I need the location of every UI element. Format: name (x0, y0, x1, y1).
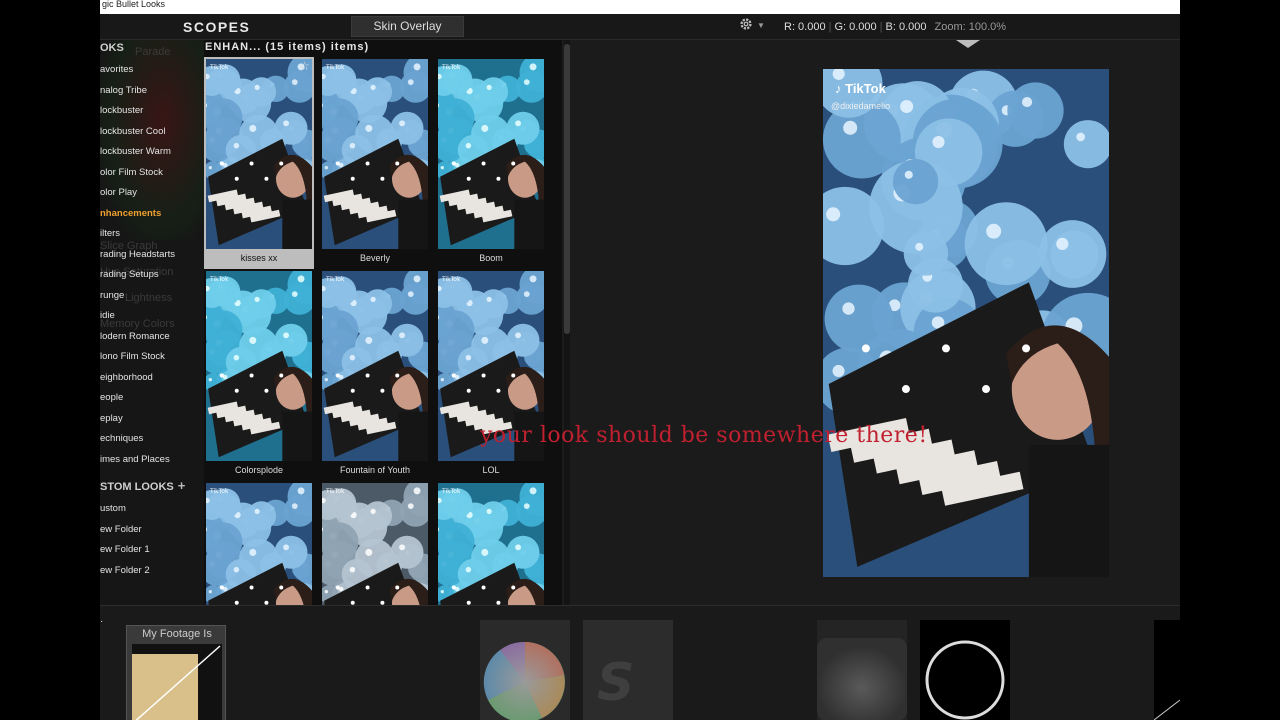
my-footage-is-tool[interactable]: My Footage Is (126, 625, 226, 720)
look-tile[interactable]: TikTok (436, 481, 546, 605)
thumb-watermark: TikTok (209, 488, 229, 495)
thumb-watermark: TikTok (325, 488, 345, 495)
sidebar-item[interactable]: nalog Tribe (100, 85, 147, 96)
look-thumbnail: TikTok (322, 271, 428, 461)
sidebar-item[interactable]: runge (100, 290, 124, 301)
svg-text:S: S (597, 653, 634, 713)
g-value: G: 0.000 (834, 21, 877, 33)
look-tile[interactable]: TikTok Colorsplode (204, 269, 314, 481)
thumb-watermark: TikTok (209, 64, 229, 71)
sidebar-item[interactable]: echniques (100, 433, 143, 444)
sidebar-item[interactable]: imes and Places (100, 454, 170, 465)
magic-bullet-looks-window: gic Bullet Looks SCOPES Skin Overlay ▼ R… (100, 0, 1180, 720)
viewer-notch (956, 40, 980, 48)
sidebar-item[interactable]: lockbuster Cool (100, 126, 165, 137)
sidebar-item[interactable]: eplay (100, 413, 123, 424)
add-custom-look-icon[interactable]: + (178, 478, 186, 493)
diffusion-tool[interactable] (817, 620, 907, 720)
sidebar-item[interactable]: idie (100, 310, 115, 321)
thumb-watermark: TikTok (441, 276, 461, 283)
look-label: LOL (482, 465, 500, 475)
sidebar-item[interactable]: lockbuster Warm (100, 146, 171, 157)
sidebar-item[interactable]: lockbuster (100, 105, 143, 116)
look-tile[interactable]: TikTok ☆ kisses xx (204, 57, 314, 269)
thumb-watermark: TikTok (441, 488, 461, 495)
edge-mark: · (100, 616, 104, 627)
look-label: Colorsplode (234, 465, 284, 475)
skin-overlay-button[interactable]: Skin Overlay (351, 16, 464, 37)
look-tile[interactable]: TikTok Fountain of Youth (320, 269, 430, 481)
sidebar-item[interactable]: nhancements (100, 208, 161, 219)
thumb-watermark: TikTok (209, 276, 229, 283)
footage-swatch (132, 644, 222, 720)
look-thumbnail: TikTok (322, 483, 428, 605)
overlay-annotation: your look should be somewhere there! (480, 423, 928, 448)
sidebar-item[interactable]: olor Film Stock (100, 167, 163, 178)
thumb-watermark: TikTok (325, 64, 345, 71)
rgb-readout: R: 0.000 | G: 0.000 | B: 0.000 Zoom: 100.0% (784, 21, 1007, 33)
look-tile[interactable]: TikTok Boom (436, 57, 546, 269)
favorite-star-icon[interactable]: ☆ (299, 59, 310, 73)
look-label: kisses xx (240, 253, 278, 263)
look-label: Beverly (359, 253, 390, 263)
color-wheel-tool[interactable] (480, 620, 570, 720)
custom-looks-header: STOM LOOKS + (100, 478, 186, 493)
s-curve-tool[interactable]: S (583, 620, 673, 720)
settings-caret-icon[interactable]: ▼ (757, 21, 765, 30)
look-tile[interactable]: TikTok (204, 481, 314, 605)
r-value: R: 0.000 (784, 21, 826, 33)
ghost-scope-label: Parade (135, 46, 171, 58)
window-title: gic Bullet Looks (100, 0, 1180, 14)
vignette-tool[interactable] (920, 620, 1010, 720)
footage-label: My Footage Is (142, 628, 212, 640)
thumb-watermark: TikTok (441, 64, 461, 71)
look-tile[interactable]: TikTok Beverly (320, 57, 430, 269)
look-tile[interactable]: TikTok (320, 481, 430, 605)
gear-icon[interactable] (739, 17, 753, 35)
b-value: B: 0.000 (885, 21, 927, 33)
look-label: Fountain of Youth (339, 465, 411, 475)
look-thumbnail: TikTok (206, 483, 312, 605)
look-tile[interactable]: TikTok LOL (436, 269, 546, 481)
custom-folder-item[interactable]: ew Folder 1 (100, 544, 150, 555)
preview-viewer: ♪ TikTok @dixiedamelio (570, 40, 1180, 605)
tiktok-logo: ♪ TikTok (835, 81, 886, 96)
ghost-scope-label: Lightness (125, 292, 173, 304)
sidebar-item[interactable]: lodern Romance (100, 331, 170, 342)
thumb-watermark: TikTok (325, 276, 345, 283)
bottom-tool-chain: · My Footage Is S (100, 605, 1180, 720)
custom-folder-item[interactable]: ew Folder 2 (100, 565, 150, 576)
looks-grid-panel: ENHAN... (15 items) items) TikTok ☆ kisses… (204, 40, 562, 605)
next-tool-partial[interactable] (1153, 620, 1180, 720)
scopes-title: SCOPES (183, 19, 251, 35)
look-thumbnail: TikTok (206, 59, 312, 249)
category-header: ENHAN... (15 items) items) (205, 41, 370, 53)
sidebar-item[interactable]: ilters (100, 228, 120, 239)
sidebar-item[interactable]: lono Film Stock (100, 351, 165, 362)
look-thumbnail: TikTok (322, 59, 428, 249)
sidebar-item[interactable]: eighborhood (100, 372, 153, 383)
tiktok-username: @dixiedamelio (831, 101, 891, 111)
preview-frame (823, 69, 1109, 577)
sidebar-item[interactable]: eople (100, 392, 123, 403)
top-toolbar: SCOPES Skin Overlay ▼ R: 0.000 | G: 0.000 |… (100, 14, 1180, 40)
zoom-value: Zoom: 100.0% (934, 21, 1007, 33)
look-thumbnail: TikTok (206, 271, 312, 461)
sidebar-item[interactable]: rading Setups (100, 269, 159, 280)
look-label: Boom (479, 253, 503, 263)
looks-header: OKS (100, 42, 124, 54)
preview-image[interactable]: ♪ TikTok @dixiedamelio (823, 69, 1109, 577)
custom-folder-item[interactable]: ew Folder (100, 524, 142, 535)
look-thumbnail: TikTok (438, 483, 544, 605)
looks-sidebar: Parade Slice Graph Hue Saturation Lightness… (100, 40, 204, 605)
look-thumbnail: TikTok (438, 59, 544, 249)
sidebar-item[interactable]: avorites (100, 64, 133, 75)
sidebar-item[interactable]: olor Play (100, 187, 137, 198)
custom-folder-item[interactable]: ustom (100, 503, 126, 514)
sidebar-item[interactable]: rading Headstarts (100, 249, 175, 260)
